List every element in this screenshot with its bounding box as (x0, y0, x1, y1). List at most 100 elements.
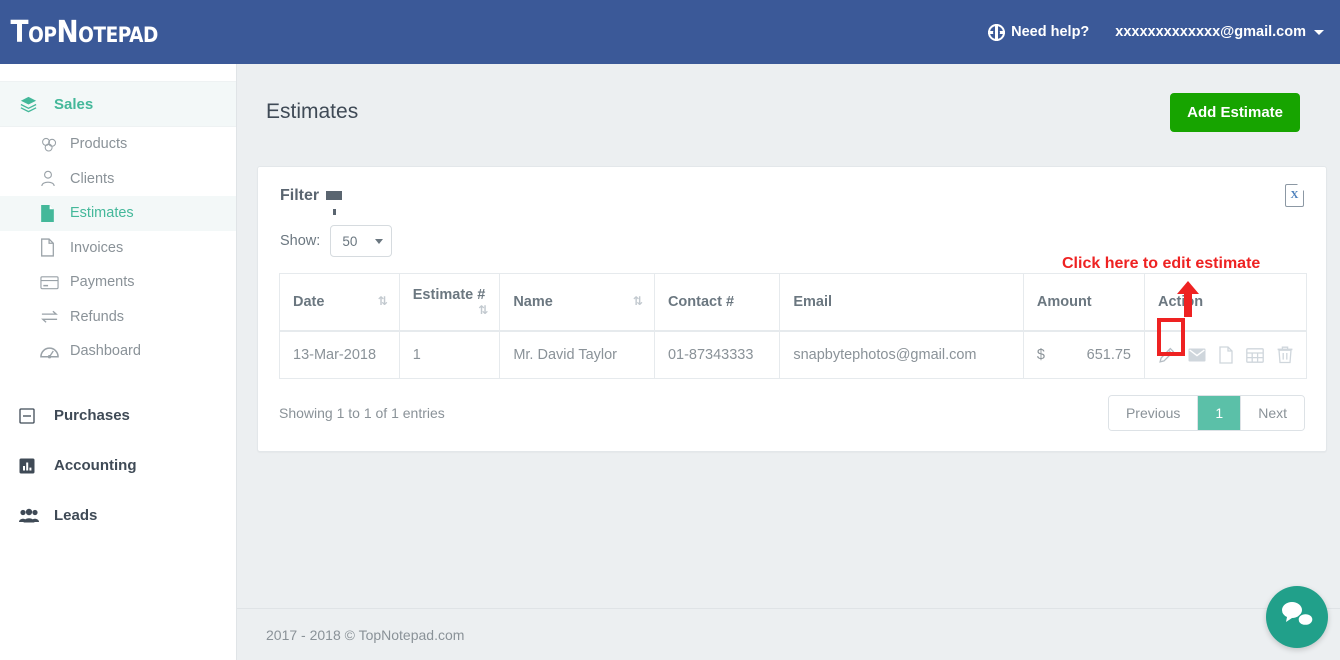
header-right-group: Need help? xxxxxxxxxxxxx@gmail.com (988, 23, 1340, 41)
sidebar-item-label: Products (70, 136, 128, 153)
grid-icon[interactable] (1246, 347, 1264, 363)
cell-estimate-no: 1 (398, 330, 501, 379)
sidebar-item-refunds[interactable]: Refunds (0, 300, 236, 335)
cell-date: 13-Mar-2018 (279, 330, 400, 379)
showing-entries-text: Showing 1 to 1 of 1 entries (279, 405, 445, 421)
sidebar-item-dashboard[interactable]: Dashboard (0, 334, 236, 369)
chat-widget-button[interactable] (1266, 586, 1328, 648)
sort-icon[interactable]: ⇅ (633, 294, 643, 308)
amount-currency: $ (1036, 347, 1045, 363)
minus-square-icon (19, 407, 54, 424)
user-icon (40, 170, 70, 187)
top-header-bar: TopNotepad Need help? xxxxxxxxxxxxx@gmai… (0, 0, 1340, 64)
footer-copyright: 2017 - 2018 © TopNotepad.com (266, 626, 465, 643)
excel-export-icon[interactable]: X (1285, 183, 1305, 207)
sidebar-item-label: Estimates (70, 205, 134, 222)
sidebar-divider-spacer (0, 369, 236, 391)
excel-export-letter: X (1290, 189, 1299, 201)
sort-icon[interactable]: ⇅ (478, 303, 488, 317)
estimates-card: Filter X Show: 50 Date ⇅ Estimate # ⇅ Na… (257, 166, 1327, 452)
funnel-icon (326, 191, 343, 215)
sort-icon[interactable]: ⇅ (378, 294, 388, 308)
sidebar-group-label: Sales (54, 95, 94, 113)
filter-button[interactable]: Filter (280, 186, 343, 215)
pagination-previous[interactable]: Previous (1108, 396, 1199, 430)
pagination-next[interactable]: Next (1241, 396, 1304, 430)
column-label: Email (793, 294, 833, 310)
column-label: Date (293, 294, 325, 310)
sidebar-item-leads[interactable]: Leads (0, 491, 236, 541)
column-header-amount[interactable]: Amount (1022, 273, 1146, 332)
pagination-page-1[interactable]: 1 (1198, 396, 1242, 430)
sidebar-group-sales[interactable]: Sales (0, 81, 236, 127)
file-icon (40, 238, 70, 257)
show-entries-select[interactable]: 50 (330, 225, 393, 257)
table-row[interactable]: 13-Mar-2018 1 Mr. David Taylor 01-873433… (279, 330, 1307, 379)
exchange-icon (40, 309, 70, 324)
sidebar-item-label: Clients (70, 170, 115, 187)
column-header-email[interactable]: Email (779, 273, 1024, 332)
sidebar-item-payments[interactable]: Payments (0, 265, 236, 300)
column-header-estimate-no[interactable]: Estimate # ⇅ (398, 273, 501, 332)
sidebar-item-label: Payments (70, 274, 135, 291)
show-entries-value: 50 (342, 233, 358, 249)
column-label: Amount (1036, 294, 1092, 310)
card-toolbar: Filter X (258, 167, 1326, 215)
sidebar-item-label: Leads (54, 507, 98, 524)
user-email-label: xxxxxxxxxxxxx@gmail.com (1115, 24, 1306, 40)
annotation-highlight-box (1157, 318, 1185, 356)
sidebar-item-accounting[interactable]: Accounting (0, 441, 236, 491)
sidebar-item-clients[interactable]: Clients (0, 162, 236, 197)
brand-logo[interactable]: TopNotepad (0, 15, 159, 50)
file-green-icon (40, 204, 70, 223)
show-label: Show: (280, 233, 321, 249)
credit-card-icon (40, 275, 70, 290)
pdf-icon[interactable] (1219, 346, 1233, 364)
filter-label: Filter (280, 186, 320, 204)
annotation-arrow-icon (1176, 281, 1200, 317)
sidebar-item-label: Purchases (54, 407, 130, 424)
life-ring-icon (988, 23, 1006, 41)
table-footer: Showing 1 to 1 of 1 entries Previous 1 N… (258, 379, 1326, 451)
page-header: Estimates Add Estimate (237, 64, 1340, 136)
sidebar-item-products[interactable]: Products (0, 127, 236, 162)
sidebar-top-spacer (0, 64, 236, 81)
email-icon[interactable] (1188, 348, 1206, 362)
caret-down-icon (1314, 29, 1324, 35)
need-help-button[interactable]: Need help? (988, 23, 1090, 41)
chat-bubbles-icon (1280, 600, 1314, 635)
show-entries-row: Show: 50 (258, 207, 1326, 257)
users-icon (19, 508, 54, 523)
column-label: Contact # (667, 294, 735, 310)
sidebar-item-purchases[interactable]: Purchases (0, 391, 236, 441)
application-window: TopNotepad Need help? xxxxxxxxxxxxx@gmai… (0, 0, 1340, 660)
pagination: Previous 1 Next (1107, 395, 1305, 431)
delete-icon[interactable] (1277, 346, 1293, 364)
column-label: Estimate # (412, 287, 486, 303)
column-header-date[interactable]: Date ⇅ (279, 273, 400, 332)
sidebar-item-invoices[interactable]: Invoices (0, 231, 236, 266)
add-estimate-button[interactable]: Add Estimate (1170, 92, 1300, 132)
column-label: Name (513, 294, 553, 310)
table-header-row: Date ⇅ Estimate # ⇅ Name ⇅ Contact # Ema… (279, 273, 1307, 332)
need-help-label: Need help? (1011, 24, 1090, 40)
user-account-menu[interactable]: xxxxxxxxxxxxx@gmail.com (1115, 24, 1324, 40)
page-footer: 2017 - 2018 © TopNotepad.com (237, 608, 1340, 660)
layers-icon (19, 95, 54, 114)
table-header: Date ⇅ Estimate # ⇅ Name ⇅ Contact # Ema… (279, 273, 1307, 332)
annotation-label: Click here to edit estimate (1062, 255, 1261, 272)
cell-email: snapbytephotos@gmail.com (779, 330, 1024, 379)
sidebar-item-label: Refunds (70, 308, 125, 325)
gauge-icon (40, 343, 70, 359)
column-header-contact[interactable]: Contact # (653, 273, 781, 332)
sidebar-item-estimates[interactable]: Estimates (0, 196, 236, 231)
chevron-down-icon (375, 239, 384, 244)
sidebar-item-label: Dashboard (70, 343, 141, 360)
column-header-name[interactable]: Name ⇅ (499, 273, 655, 332)
cell-name: Mr. David Taylor (499, 330, 655, 379)
cell-amount: $ 651.75 (1022, 330, 1146, 379)
amount-value: 651.75 (1086, 347, 1131, 363)
products-icon (40, 136, 70, 153)
table-body: 13-Mar-2018 1 Mr. David Taylor 01-873433… (279, 330, 1307, 379)
main-content-area: Estimates Add Estimate Filter X Show: 50 (237, 64, 1340, 660)
